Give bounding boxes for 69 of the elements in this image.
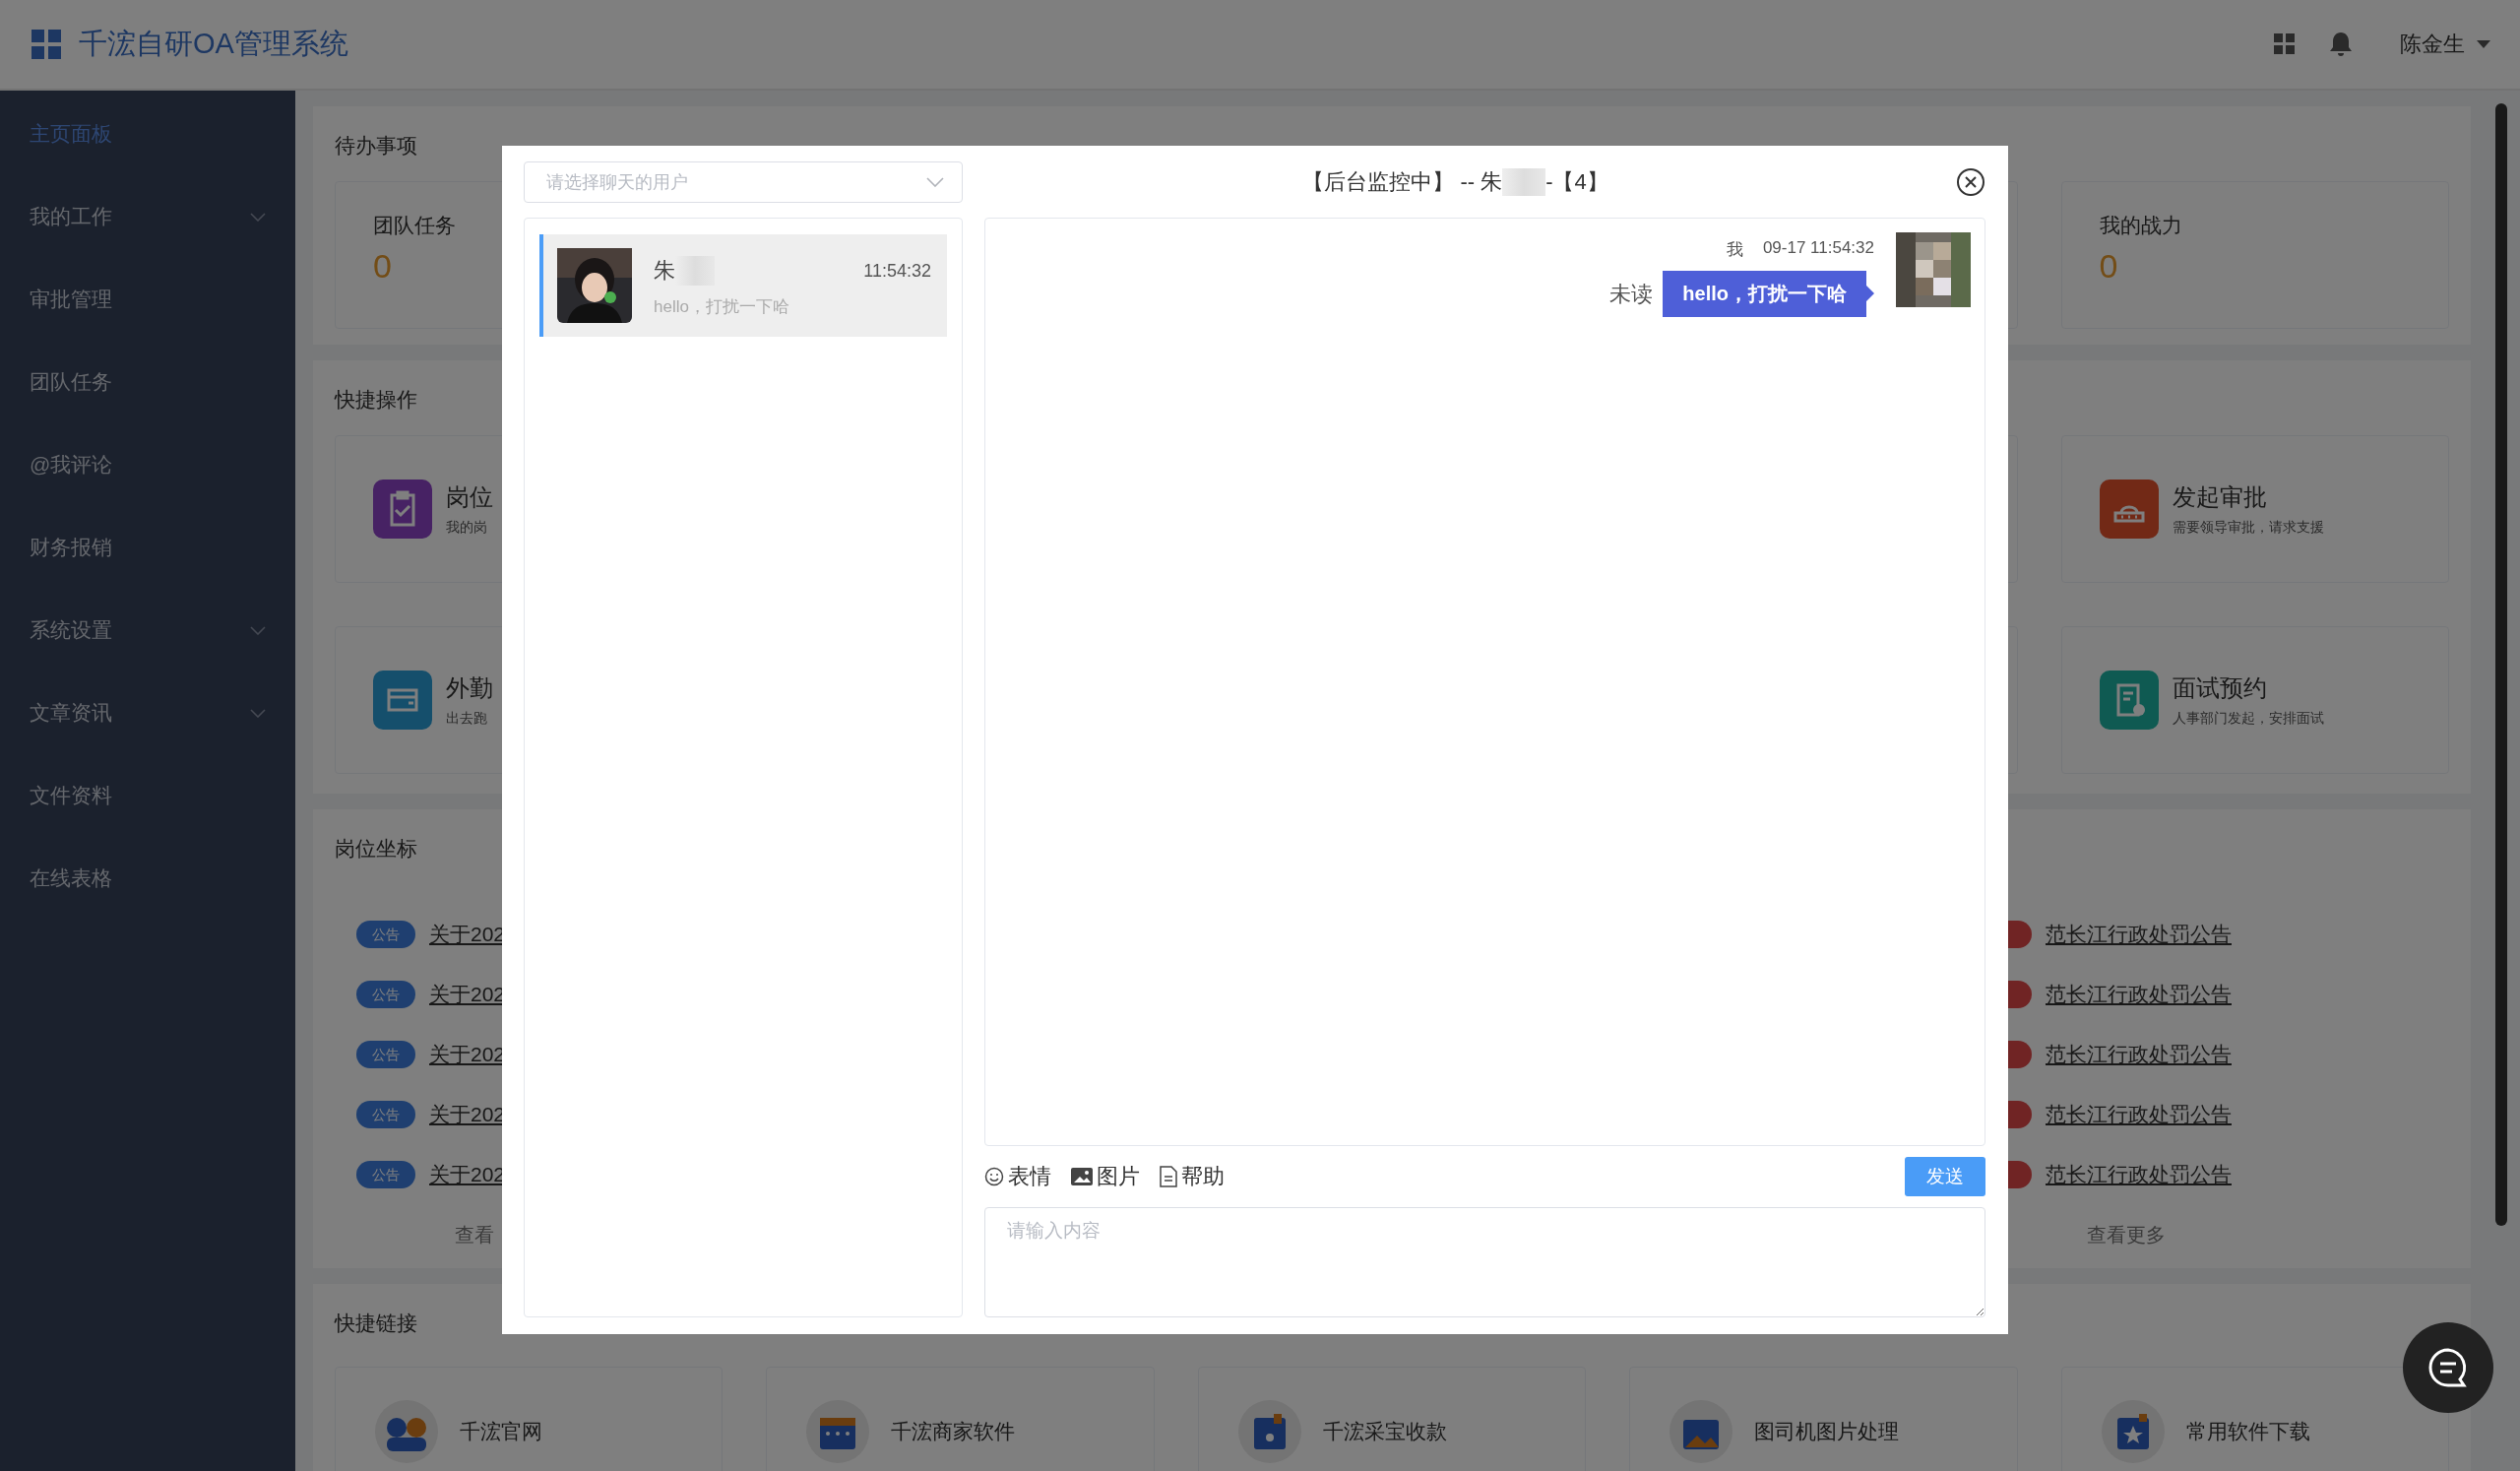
stamp-icon <box>2099 480 2159 539</box>
close-icon[interactable] <box>1956 167 1985 197</box>
link-card[interactable]: 图司机图片处理 <box>1629 1367 2018 1471</box>
conversation-item[interactable]: 朱 11:54:32 hello，打扰一下哈 <box>539 234 947 337</box>
sidebar-item[interactable]: 团队任务 <box>0 341 295 423</box>
chevron-down-icon <box>926 177 944 187</box>
section-title: 快捷操作 <box>335 387 418 413</box>
toolbar-button[interactable]: 表情 <box>984 1162 1051 1191</box>
form-icon <box>2099 671 2159 730</box>
link-card[interactable]: 千浤采宝收款 <box>1197 1367 1587 1471</box>
dialog-title: 【后台监控中】 -- 朱 <box>1302 168 1503 196</box>
document-icon <box>1160 1166 1177 1187</box>
notice-tag: 公告 <box>356 980 415 1008</box>
send-button[interactable]: 发送 <box>1905 1157 1985 1196</box>
toolbar-button[interactable]: 帮助 <box>1160 1162 1225 1191</box>
message-input[interactable]: 请输入内容 <box>984 1207 1985 1317</box>
sidebar-item[interactable]: 文件资料 <box>0 754 295 837</box>
message-time: 11:54:32 <box>863 260 931 282</box>
link-card[interactable]: 常用软件下载 <box>2060 1367 2449 1471</box>
image-icon <box>1670 1400 1733 1463</box>
calendar-icon <box>806 1400 870 1463</box>
app-title: 千浤自研OA管理系统 <box>79 27 348 61</box>
caret-icon <box>2477 39 2490 49</box>
grid-logo-icon <box>32 30 61 59</box>
notice-link[interactable]: 范长江行政处罚公告 <box>2046 920 2232 948</box>
section-title: 待办事项 <box>335 133 418 159</box>
link-card[interactable]: 千浤官网 <box>335 1367 724 1471</box>
sidebar-item[interactable]: 系统设置 <box>0 589 295 672</box>
smiley-icon <box>984 1167 1004 1186</box>
notice-tag: 公告 <box>356 1100 415 1128</box>
sidebar-item[interactable]: 财务报销 <box>0 506 295 589</box>
sidebar-item[interactable]: 我的工作 <box>0 175 295 258</box>
action-card[interactable]: 面试预约 人事部门发起，安排面试 <box>2060 626 2449 774</box>
grid-icon[interactable] <box>2274 33 2296 55</box>
sidebar-item[interactable]: 文章资讯 <box>0 672 295 754</box>
card-icon <box>373 671 432 730</box>
notice-tag: 公告 <box>356 1160 415 1188</box>
read-status: 未读 <box>1609 280 1654 308</box>
notice-link[interactable]: 范长江行政处罚公告 <box>2046 1100 2232 1128</box>
bell-icon[interactable] <box>2329 32 2353 57</box>
image-icon <box>1071 1168 1093 1185</box>
sender-name: 我 <box>1726 239 1743 261</box>
more-link[interactable]: 查看更多 <box>2087 1222 2449 1248</box>
notice-link[interactable]: 范长江行政处罚公告 <box>2046 1160 2232 1188</box>
toolbar-button[interactable]: 图片 <box>1071 1162 1140 1191</box>
scrollbar[interactable] <box>2495 103 2507 1226</box>
people-icon <box>375 1400 438 1463</box>
blurred-name <box>1502 168 1546 196</box>
user-menu[interactable]: 陈金生 <box>2400 30 2465 59</box>
action-card[interactable]: 发起审批 需要领导审批，请求支援 <box>2060 435 2449 583</box>
section-title: 岗位坐标 <box>335 836 418 862</box>
bag-icon <box>1237 1400 1301 1463</box>
notice-tag: 公告 <box>356 1040 415 1068</box>
notice-link[interactable]: 范长江行政处罚公告 <box>2046 980 2232 1008</box>
chat-bubble-icon <box>2426 1346 2470 1389</box>
section-title: 快捷链接 <box>335 1311 418 1336</box>
notice-link[interactable]: 范长江行政处罚公告 <box>2046 1040 2232 1068</box>
link-card[interactable]: 千浤商家软件 <box>766 1367 1155 1471</box>
stat-card[interactable]: 我的战力 0 <box>2060 181 2449 329</box>
contact-name: 朱 <box>654 257 675 285</box>
sidebar-item[interactable]: 审批管理 <box>0 258 295 341</box>
sidebar-item[interactable]: @我评论 <box>0 423 295 506</box>
message-bubble: hello，打扰一下哈 <box>1663 271 1874 317</box>
sidebar-item[interactable]: 在线表格 <box>0 837 295 920</box>
notice-tag: 公告 <box>356 920 415 948</box>
dialog-title-suffix: -【4】 <box>1545 168 1608 196</box>
clipboard-icon <box>373 480 432 539</box>
message-time: 09-17 11:54:32 <box>1762 238 1874 259</box>
message-preview: hello，打扰一下哈 <box>654 296 790 318</box>
